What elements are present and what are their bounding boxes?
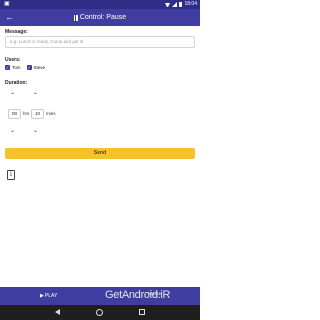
minutes-unit-label: mins [46,111,56,116]
hours-unit-label: hrs [23,111,30,116]
info-icon[interactable]: i [7,170,15,180]
message-input[interactable]: e.g. Lunch is ready. Come and get it! [5,36,195,48]
wifi-icon [165,2,171,7]
minutes-up-chevron-icon[interactable]: ⌃ [33,93,38,99]
nav-back-icon[interactable] [55,309,60,315]
checkbox-checked-icon: ✓ [26,65,32,70]
message-label: Message: [5,29,28,35]
play-icon: ▶ [40,293,44,299]
status-icons: 18:04 [165,1,197,8]
pause-icon [73,13,78,22]
watermark: GetAndroid.iR [105,289,171,301]
checkbox-checked-icon: ✓ [5,65,10,70]
page-title: Control: Pause [0,13,200,22]
page-title-text: Control: Pause [79,14,127,21]
system-nav-bar [0,305,200,320]
battery-icon [179,2,183,7]
minutes-down-chevron-icon[interactable]: ⌄ [33,128,38,134]
hours-input[interactable]: 00 [8,109,21,119]
bottom-action-bar: ▶ PLAY PAUSE GetAndroid.iR [0,287,200,305]
user-checkbox-steve[interactable]: ✓ Steve [26,65,46,70]
nav-home-icon[interactable] [96,309,103,316]
play-button[interactable]: ▶ PLAY [40,293,57,299]
user-label-tom: Tom [12,65,21,70]
user-checkbox-tom[interactable]: ✓ Tom [5,65,21,70]
user-label-steve: Steve [33,65,46,70]
hours-down-chevron-icon[interactable]: ⌄ [10,128,15,134]
users-label: Users: [5,57,21,63]
notification-icon: ▣ [4,1,10,7]
signal-icon [172,2,178,7]
nav-recents-icon[interactable] [139,309,145,315]
duration-label: Duration: [5,80,28,86]
send-button[interactable]: Send [5,148,195,159]
hours-up-chevron-icon[interactable]: ⌃ [10,93,15,99]
minutes-input[interactable]: 10 [31,109,44,119]
play-label: PLAY [44,293,58,299]
app-bar: ← Control: Pause [0,9,200,26]
users-list: ✓ Tom ✓ Steve [5,65,45,70]
status-bar: ▣ 18:04 [0,0,200,9]
status-time: 18:04 [184,1,197,7]
